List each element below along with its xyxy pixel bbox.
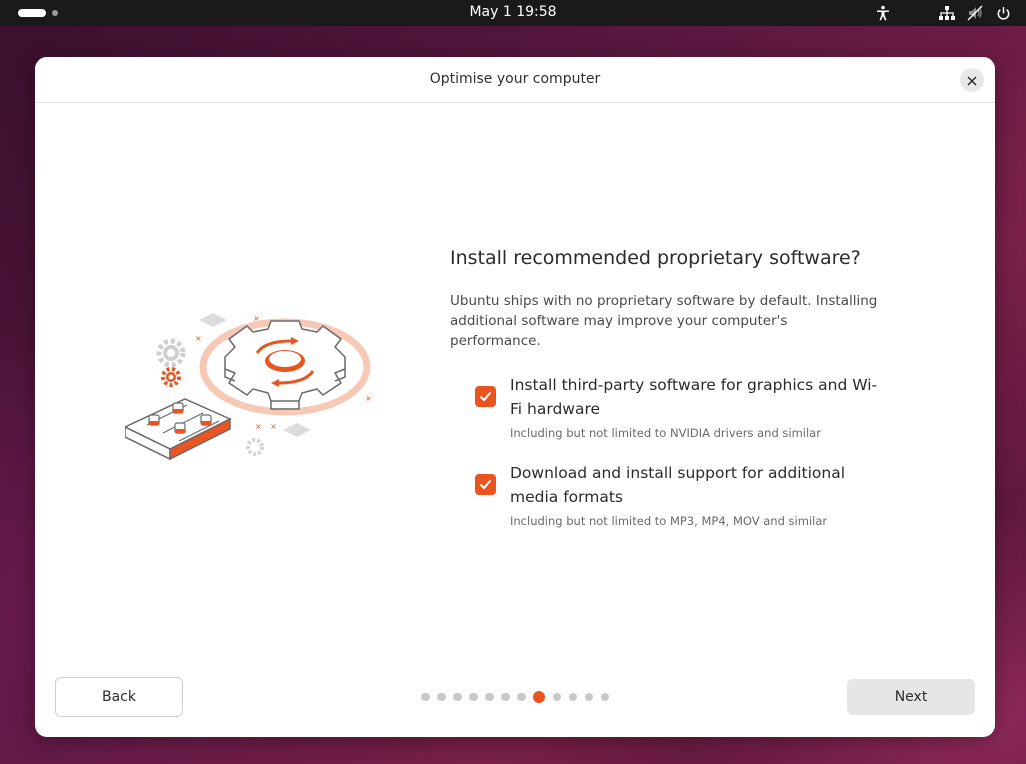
page-dot[interactable] bbox=[552, 692, 561, 702]
page-dot[interactable] bbox=[453, 692, 462, 702]
page-dot[interactable] bbox=[469, 692, 478, 702]
svg-text:×: × bbox=[255, 422, 262, 431]
close-icon bbox=[967, 71, 977, 90]
media-formats-hint: Including but not limited to MP3, MP4, M… bbox=[510, 514, 828, 528]
back-button[interactable]: Back bbox=[55, 677, 183, 717]
checkmark-icon bbox=[479, 479, 492, 490]
page-dot[interactable] bbox=[600, 692, 609, 702]
page-indicator bbox=[421, 691, 609, 703]
graphics-wifi-hint: Including but not limited to NVIDIA driv… bbox=[510, 426, 821, 440]
next-button[interactable]: Next bbox=[847, 679, 975, 715]
svg-text:×: × bbox=[365, 394, 372, 403]
page-heading: Install recommended proprietary software… bbox=[450, 247, 861, 269]
window-header: Optimise your computer bbox=[35, 57, 995, 103]
volume-muted-icon[interactable] bbox=[966, 4, 984, 22]
media-formats-checkbox[interactable] bbox=[475, 474, 496, 495]
page-dot[interactable] bbox=[568, 692, 577, 702]
system-tray[interactable] bbox=[874, 4, 1012, 22]
checkmark-icon bbox=[479, 391, 492, 402]
optimise-illustration: × × × × × bbox=[125, 313, 372, 461]
window-title: Optimise your computer bbox=[429, 71, 601, 87]
clock[interactable]: May 1 19:58 bbox=[0, 4, 1026, 20]
page-dot[interactable] bbox=[584, 692, 593, 702]
page-dot[interactable] bbox=[501, 692, 510, 702]
page-dot[interactable] bbox=[517, 692, 526, 702]
page-dot[interactable] bbox=[437, 692, 446, 702]
svg-text:×: × bbox=[270, 422, 277, 431]
close-button[interactable] bbox=[960, 68, 984, 92]
graphics-wifi-label[interactable]: Install third-party software for graphic… bbox=[510, 373, 880, 421]
page-dot-current[interactable] bbox=[533, 691, 545, 703]
page-dot[interactable] bbox=[485, 692, 494, 702]
installer-window: Optimise your computer × × × × × Install… bbox=[35, 57, 995, 737]
svg-text:×: × bbox=[195, 334, 202, 343]
graphics-wifi-checkbox[interactable] bbox=[475, 386, 496, 407]
accessibility-icon[interactable] bbox=[874, 4, 892, 22]
top-bar: May 1 19:58 bbox=[0, 0, 1026, 26]
page-description: Ubuntu ships with no proprietary softwar… bbox=[450, 293, 878, 349]
main-content: Install recommended proprietary software… bbox=[450, 247, 890, 351]
network-icon[interactable] bbox=[938, 4, 956, 22]
power-icon[interactable] bbox=[994, 4, 1012, 22]
media-formats-label[interactable]: Download and install support for additio… bbox=[510, 461, 880, 509]
page-dot[interactable] bbox=[421, 692, 430, 702]
